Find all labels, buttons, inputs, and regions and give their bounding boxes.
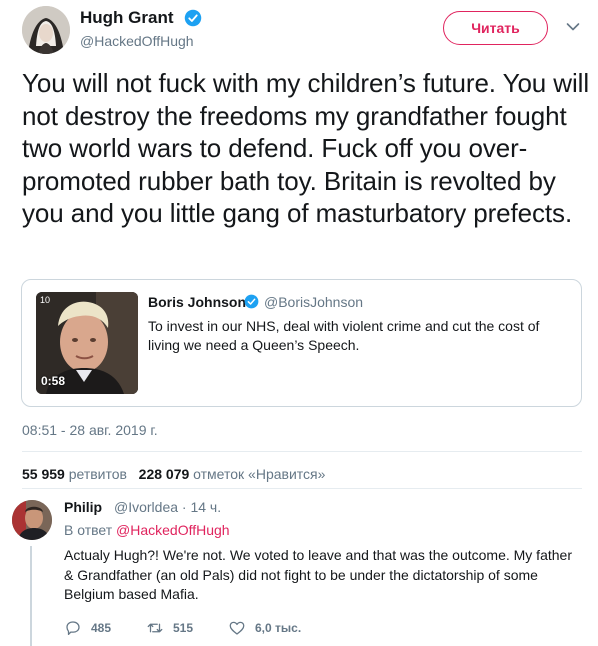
quote-author-name[interactable]: Boris Johnson (148, 294, 246, 310)
tweet-stats: 55 959 ретвитов 228 079 отметок «Нравитс… (22, 466, 325, 482)
video-duration: 0:58 (41, 374, 66, 388)
quoted-tweet[interactable]: 10 0:58 Boris Johnson @BorisJohnson To i… (21, 279, 582, 407)
divider (22, 488, 582, 489)
divider (22, 451, 582, 452)
reply-text: Actualy Hugh?! We're not. We voted to le… (64, 547, 572, 602)
reply-author-name[interactable]: Philip (64, 499, 102, 515)
likes-label[interactable]: отметок «Нравится» (193, 466, 325, 482)
reply-retweets-count: 515 (173, 621, 194, 635)
likes-count[interactable]: 228 079 (139, 466, 190, 482)
reply-avatar[interactable] (12, 500, 52, 540)
like-button[interactable]: 6,0 тыс. (228, 618, 301, 638)
media-badge: 10 (40, 295, 51, 305)
avatar[interactable] (22, 6, 70, 54)
reply-actions: 485 515 6,0 тыс. (64, 618, 364, 638)
reply-button[interactable]: 485 (64, 618, 111, 638)
reply-icon (66, 621, 80, 636)
retweet-icon (147, 623, 163, 633)
thread-line (30, 546, 32, 646)
chevron-down-icon[interactable] (566, 22, 580, 32)
follow-button[interactable]: Читать (443, 11, 548, 45)
quote-text: To invest in our NHS, deal with violent … (148, 318, 540, 353)
reply-to-line: В ответ @HackedOffHugh (64, 522, 230, 538)
verified-badge-icon (184, 9, 202, 27)
quote-author-handle[interactable]: @BorisJohnson (264, 294, 363, 310)
reply-author-handle[interactable]: @Ivorldea · 14 ч. (114, 499, 221, 515)
tweet-timestamp[interactable]: 08:51 - 28 авг. 2019 г. (22, 422, 158, 438)
reply-likes-count: 6,0 тыс. (255, 621, 302, 635)
reply-to-prefix: В ответ (64, 522, 113, 538)
video-thumbnail[interactable]: 10 0:58 (36, 292, 138, 394)
author-handle[interactable]: @HackedOffHugh (80, 33, 194, 49)
retweets-count[interactable]: 55 959 (22, 466, 65, 482)
heart-icon (229, 621, 245, 635)
tweet-text: You will not fuck with my children’s fut… (22, 68, 589, 228)
retweet-button[interactable]: 515 (146, 618, 193, 638)
tweet-header: Hugh Grant @HackedOffHugh Читать (0, 0, 598, 60)
verified-badge-icon (244, 294, 259, 309)
replies-count: 485 (91, 621, 112, 635)
author-name[interactable]: Hugh Grant (80, 8, 174, 28)
reply-to-handle-link[interactable]: @HackedOffHugh (116, 522, 230, 538)
retweets-label[interactable]: ретвитов (69, 466, 127, 482)
